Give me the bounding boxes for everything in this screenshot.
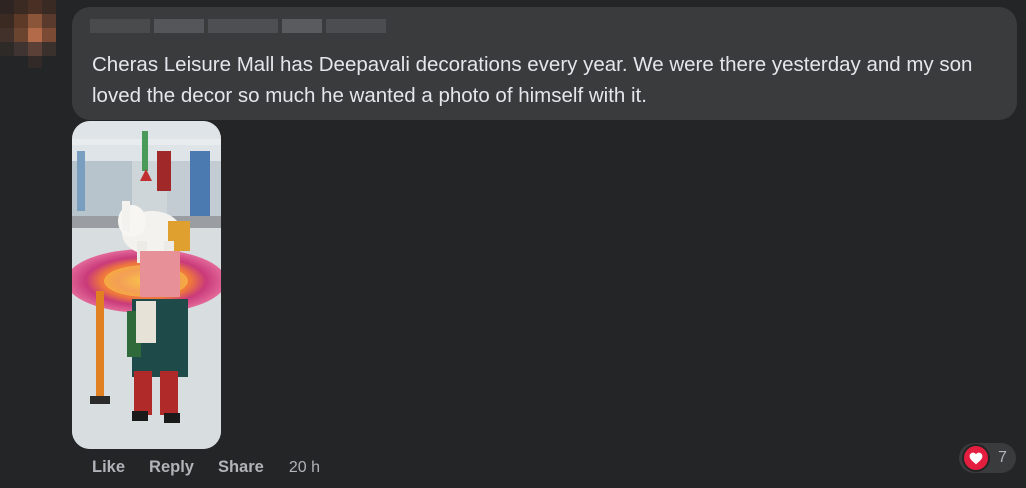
comment-text: Cheras Leisure Mall has Deepavali decora… — [92, 53, 973, 107]
heart-icon — [962, 444, 990, 472]
comment-bubble: Cheras Leisure Mall has Deepavali decora… — [72, 7, 1017, 120]
reaction-count: 7 — [998, 449, 1007, 466]
reaction-summary[interactable]: 7 — [959, 443, 1016, 473]
share-button[interactable]: Share — [218, 458, 264, 477]
timestamp[interactable]: 20 h — [289, 459, 320, 477]
like-button[interactable]: Like — [92, 458, 125, 477]
author-name-redacted[interactable] — [90, 19, 390, 33]
comment-photo[interactable] — [72, 121, 221, 449]
comment-actions: Like Reply Share 20 h — [92, 458, 320, 477]
avatar[interactable] — [0, 0, 68, 68]
reply-button[interactable]: Reply — [149, 458, 194, 477]
